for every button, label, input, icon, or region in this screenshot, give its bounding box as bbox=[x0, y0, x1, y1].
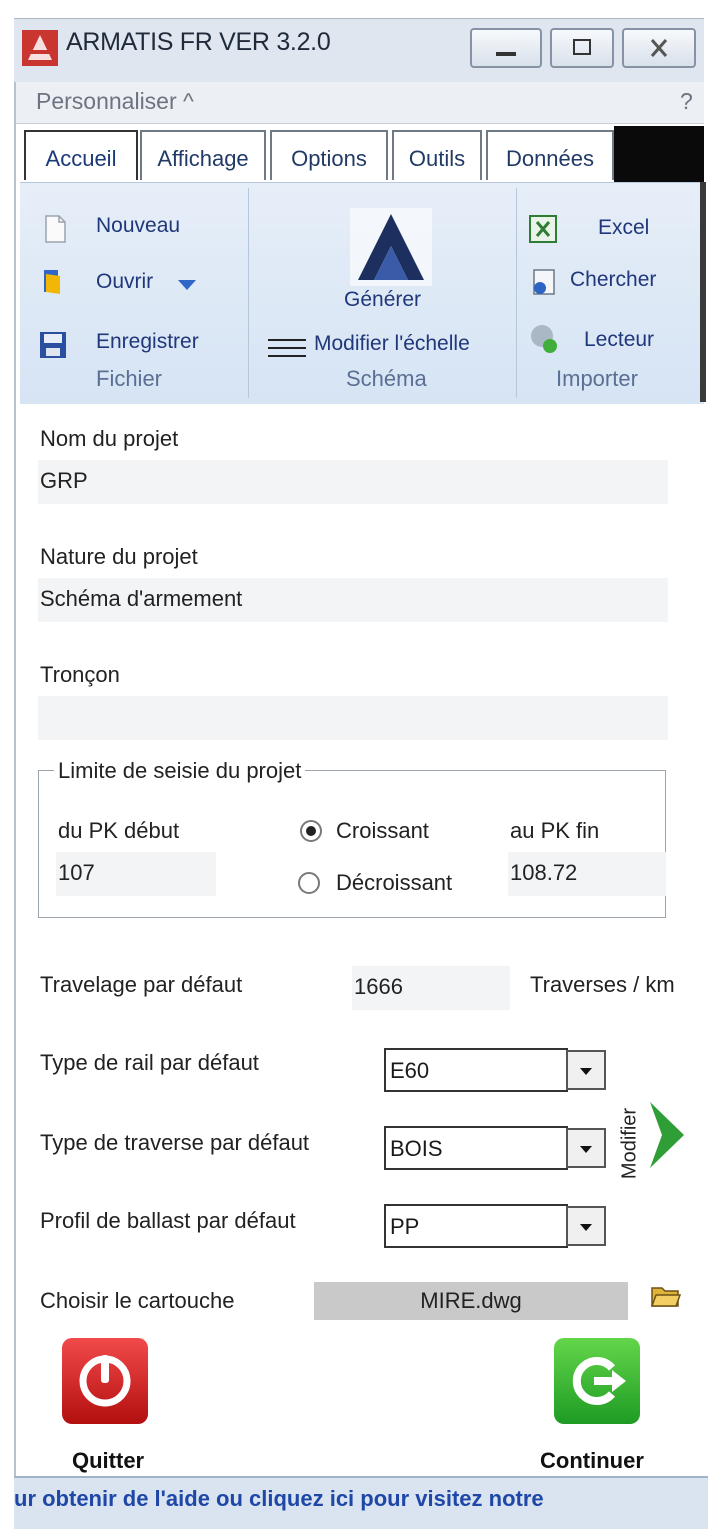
ribbon-scroll-edge bbox=[700, 182, 706, 402]
tab-options[interactable]: Options bbox=[270, 130, 388, 180]
pk-start-label: du PK début bbox=[58, 818, 180, 843]
ribbon-separator bbox=[516, 188, 517, 398]
close-button[interactable] bbox=[622, 28, 696, 68]
sleeper-type-select[interactable]: BOIS bbox=[384, 1126, 568, 1170]
continue-label: Continuer bbox=[540, 1448, 644, 1473]
ribbon-separator bbox=[248, 188, 249, 398]
cartouche-label: Choisir le cartouche bbox=[40, 1288, 235, 1313]
tab-strip-filler bbox=[614, 126, 704, 182]
window-title: ARMATIS FR VER 3.2.0 bbox=[66, 28, 331, 56]
help-link[interactable]: ur obtenir de l'aide ou cliquez ici pour… bbox=[14, 1486, 544, 1512]
group-label-fichier: Fichier bbox=[96, 366, 163, 391]
open-button[interactable]: Ouvrir bbox=[96, 270, 153, 294]
customize-menu[interactable]: Personnaliser ^ bbox=[36, 88, 194, 115]
tab-affichage[interactable]: Affichage bbox=[140, 130, 266, 180]
new-document-icon bbox=[40, 214, 70, 244]
tab-outils[interactable]: Outils bbox=[392, 130, 482, 180]
tab-accueil[interactable]: Accueil bbox=[24, 130, 138, 180]
spacing-input[interactable]: 1666 bbox=[352, 966, 510, 1010]
power-icon bbox=[79, 1355, 131, 1407]
chevron-down-icon[interactable] bbox=[172, 274, 202, 294]
section-input[interactable] bbox=[38, 696, 668, 740]
quit-label: Quitter bbox=[72, 1448, 145, 1473]
open-folder-icon[interactable] bbox=[650, 1282, 682, 1310]
group-label-schema: Schéma bbox=[346, 366, 427, 391]
save-button[interactable]: Enregistrer bbox=[96, 330, 199, 354]
sleeper-type-label: Type de traverse par défaut bbox=[40, 1130, 310, 1155]
tab-donnees[interactable]: Données bbox=[486, 130, 614, 180]
project-nature-input[interactable]: Schéma d'armement bbox=[38, 578, 668, 622]
folder-icon bbox=[40, 266, 70, 296]
decreasing-label: Décroissant bbox=[336, 870, 453, 895]
spacing-label: Travelage par défaut bbox=[40, 972, 243, 997]
continue-arrow-icon bbox=[572, 1357, 626, 1405]
pk-end-input[interactable]: 108.72 bbox=[508, 852, 666, 896]
modify-label: Modifier bbox=[618, 1107, 641, 1180]
rail-type-select[interactable]: E60 bbox=[384, 1048, 568, 1092]
radio-increasing[interactable] bbox=[300, 820, 322, 842]
ballast-profile-label: Profil de ballast par défaut bbox=[40, 1208, 296, 1233]
spacing-unit: Traverses / km bbox=[530, 972, 675, 997]
ballast-profile-select[interactable]: PP bbox=[384, 1204, 568, 1248]
search-button[interactable]: Chercher bbox=[570, 268, 656, 292]
rail-type-label: Type de rail par défaut bbox=[40, 1050, 259, 1075]
group-label-importer: Importer bbox=[556, 366, 638, 391]
generate-button[interactable]: Générer bbox=[344, 288, 421, 312]
help-button[interactable]: ? bbox=[680, 88, 693, 115]
window-left-border bbox=[14, 82, 16, 1482]
project-nature-label: Nature du projet bbox=[40, 544, 198, 569]
radio-decreasing[interactable] bbox=[298, 872, 320, 894]
minimize-button[interactable] bbox=[470, 28, 542, 68]
chevron-down-icon[interactable] bbox=[566, 1206, 606, 1246]
excel-icon bbox=[528, 214, 558, 244]
pk-end-label: au PK fin bbox=[510, 818, 600, 843]
search-document-icon bbox=[528, 268, 558, 298]
reader-button[interactable]: Lecteur bbox=[584, 328, 654, 352]
chevron-down-icon[interactable] bbox=[566, 1050, 606, 1090]
scale-icon bbox=[266, 334, 308, 364]
excel-button[interactable]: Excel bbox=[598, 216, 649, 240]
continue-button[interactable] bbox=[554, 1338, 640, 1424]
project-name-label: Nom du projet bbox=[40, 426, 179, 451]
quit-button[interactable] bbox=[62, 1338, 148, 1424]
maximize-button[interactable] bbox=[550, 28, 614, 68]
cartouche-field[interactable]: MIRE.dwg bbox=[314, 1282, 628, 1320]
modify-scale-button[interactable]: Modifier l'échelle bbox=[314, 332, 470, 356]
project-name-input[interactable]: GRP bbox=[38, 460, 668, 504]
new-button[interactable]: Nouveau bbox=[96, 214, 180, 238]
chevron-down-icon[interactable] bbox=[566, 1128, 606, 1168]
app-logo-icon bbox=[22, 30, 58, 66]
increasing-label: Croissant bbox=[336, 818, 429, 843]
section-label: Tronçon bbox=[40, 662, 120, 687]
limit-groupbox-title: Limite de seisie du projet bbox=[54, 758, 306, 784]
drive-icon bbox=[528, 322, 558, 353]
save-icon bbox=[38, 330, 68, 360]
arrow-right-icon[interactable] bbox=[644, 1098, 690, 1172]
pk-start-input[interactable]: 107 bbox=[56, 852, 216, 896]
generate-logo-icon bbox=[350, 208, 432, 286]
